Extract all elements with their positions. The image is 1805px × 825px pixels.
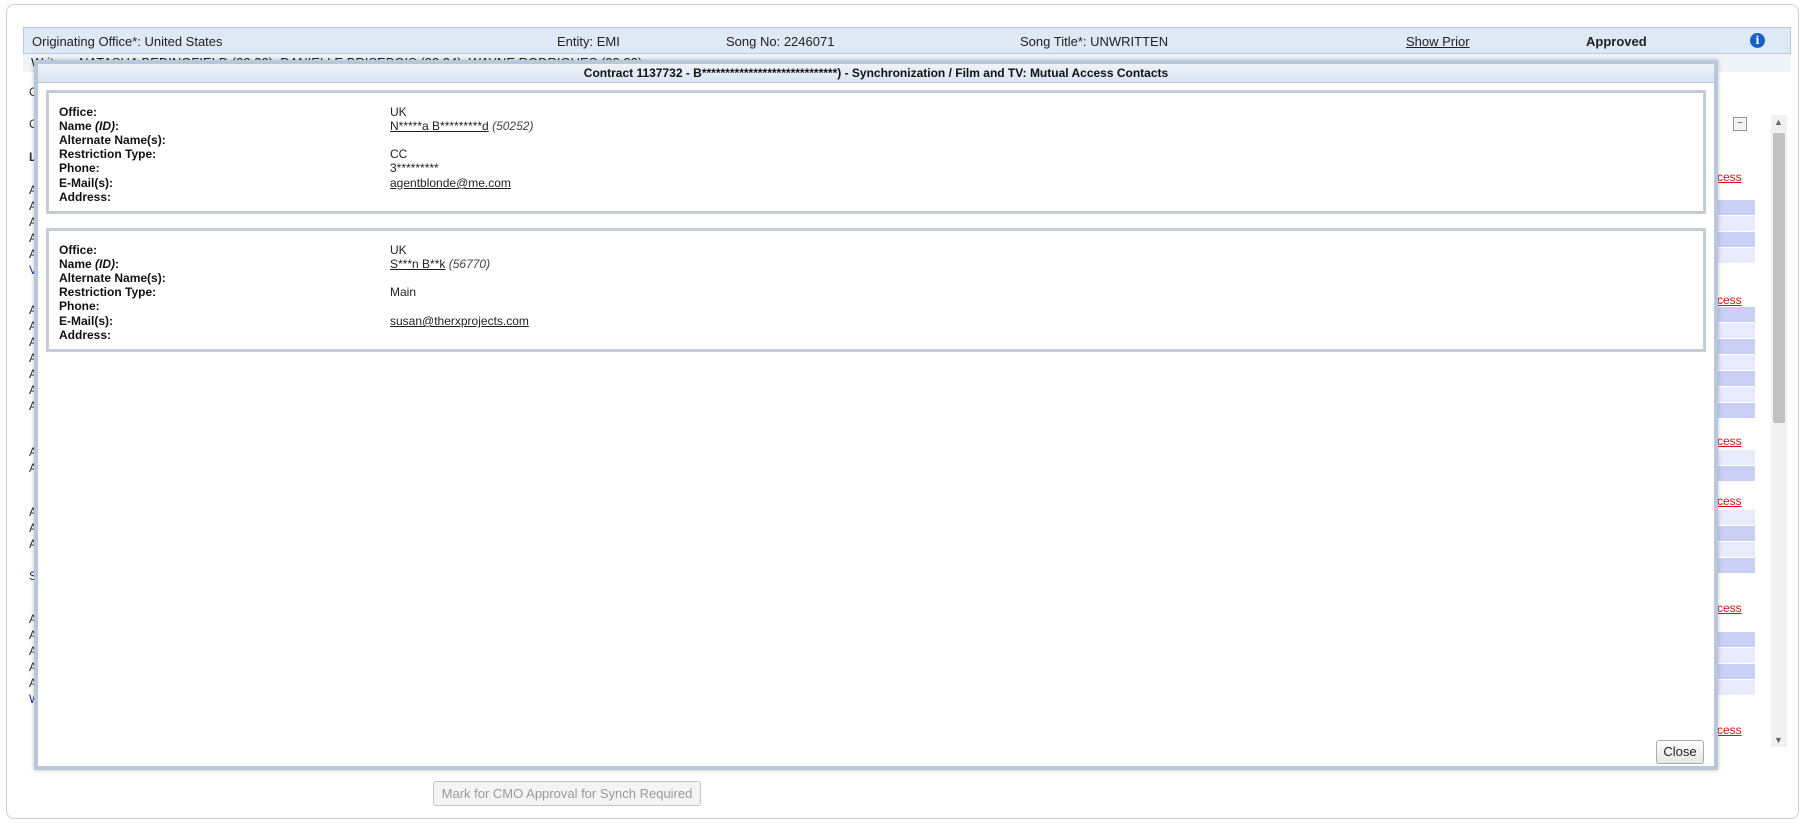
access-link[interactable]: cess: [1717, 494, 1742, 508]
phone-label: Phone:: [59, 299, 100, 313]
song-number: Song No: 2246071: [726, 34, 835, 49]
restriction-type-value: Main: [390, 285, 417, 299]
scroll-down-icon[interactable]: ▼: [1774, 735, 1783, 745]
bg-row-band: [1717, 248, 1755, 263]
address-label: Address:: [59, 328, 112, 342]
access-link[interactable]: cess: [1717, 601, 1742, 615]
bg-row-band: [1717, 542, 1755, 557]
bg-row-band: [1717, 371, 1755, 386]
phone-label: Phone:: [59, 161, 100, 175]
contact-name-link[interactable]: N*****a B*********d: [390, 119, 489, 133]
access-link[interactable]: cess: [1717, 293, 1742, 307]
alternate-names-label: Alternate Name(s):: [59, 271, 166, 285]
access-link[interactable]: cess: [1717, 434, 1742, 448]
bg-row-band: [1717, 200, 1755, 215]
entity: Entity: EMI: [557, 34, 620, 49]
bg-row-band: [1717, 403, 1755, 418]
contact-id: (50252): [492, 119, 534, 133]
status-badge: Approved: [1586, 34, 1647, 49]
page-scrollbar[interactable]: ▲ ▼: [1771, 115, 1787, 747]
mutual-access-contacts-dialog: Contract 1137732 - B********************…: [34, 60, 1718, 770]
bg-row-band: [1717, 510, 1755, 525]
contact-id: (56770): [448, 257, 491, 271]
close-button[interactable]: Close: [1656, 740, 1704, 764]
bg-row-band: [1717, 323, 1755, 338]
song-title: Song Title*: UNWRITTEN: [1020, 34, 1169, 49]
bg-row-band: [1717, 558, 1755, 573]
contact-name: N*****a B*********d (50252): [390, 119, 533, 133]
restriction-type-value: CC: [390, 147, 408, 161]
info-icon[interactable]: i: [1750, 33, 1765, 48]
contact-card: Office: Name (ID): Alternate Name(s): Re…: [46, 90, 1706, 214]
access-link[interactable]: cess: [1717, 170, 1742, 184]
email-link[interactable]: susan@therxprojects.com: [390, 314, 529, 328]
bg-row-band: [1717, 216, 1755, 231]
alternate-names-label: Alternate Name(s):: [59, 133, 166, 147]
email-link[interactable]: agentblonde@me.com: [390, 176, 511, 190]
bg-row-band: [1717, 526, 1755, 541]
bg-row-band: [1717, 680, 1755, 695]
show-prior-link[interactable]: Show Prior: [1406, 34, 1470, 49]
bg-row-band: [1717, 339, 1755, 354]
emails-label: E-Mail(s):: [59, 176, 113, 190]
bg-row-band: [1717, 232, 1755, 247]
office-value: UK: [390, 243, 407, 257]
office-value: UK: [390, 105, 407, 119]
bg-row-band: [1717, 387, 1755, 402]
contact-name-link[interactable]: S***n B**k: [390, 257, 445, 271]
bg-row-band: [1717, 648, 1755, 663]
restriction-type-label: Restriction Type:: [59, 285, 157, 299]
dialog-title: Contract 1137732 - B********************…: [38, 64, 1714, 83]
bg-row-band: [1717, 664, 1755, 679]
originating-office: Originating Office*: United States: [32, 34, 223, 49]
office-label: Office:: [59, 243, 98, 257]
scroll-up-icon[interactable]: ▲: [1774, 117, 1783, 127]
name-label: Name (ID):: [59, 119, 120, 133]
song-header-bar: Originating Office*: United States Entit…: [23, 27, 1791, 54]
bg-row-band: [1717, 632, 1755, 647]
bg-row-band: [1717, 307, 1755, 322]
access-link[interactable]: cess: [1717, 723, 1742, 737]
phone-value: 3*********: [390, 161, 439, 175]
contact-name: S***n B**k (56770): [390, 257, 490, 271]
office-label: Office:: [59, 105, 98, 119]
minus-box-icon[interactable]: −: [1733, 117, 1747, 131]
restriction-type-label: Restriction Type:: [59, 147, 157, 161]
address-label: Address:: [59, 190, 112, 204]
mark-cmo-approval-button[interactable]: Mark for CMO Approval for Synch Required: [433, 781, 701, 806]
emails-label: E-Mail(s):: [59, 314, 113, 328]
bg-row-band: [1717, 450, 1755, 465]
contact-card: Office: Name (ID): Alternate Name(s): Re…: [46, 228, 1706, 352]
scrollbar-thumb[interactable]: [1773, 133, 1785, 423]
name-label: Name (ID):: [59, 257, 120, 271]
bg-row-band: [1717, 355, 1755, 370]
bg-row-band: [1717, 466, 1755, 481]
